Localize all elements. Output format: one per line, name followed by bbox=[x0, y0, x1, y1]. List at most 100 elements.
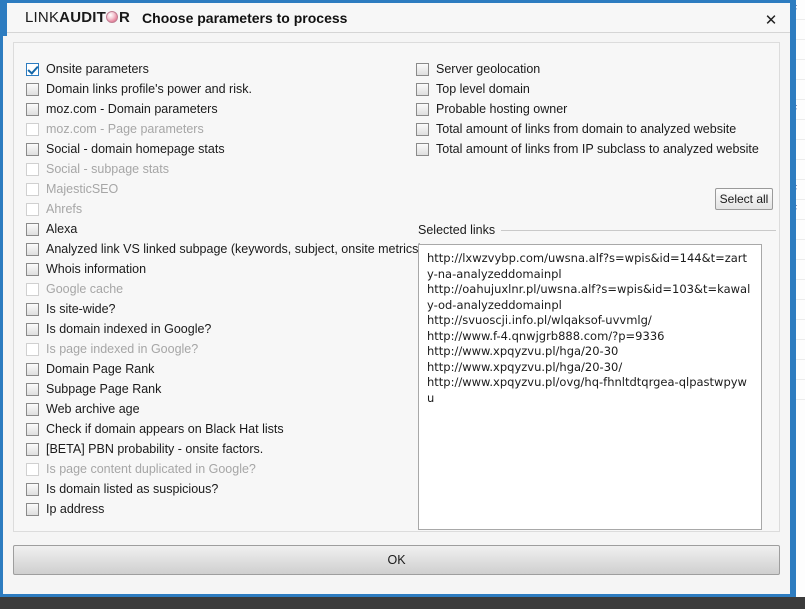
checkbox-row-is-domain-indexed-in-google[interactable]: Is domain indexed in Google? bbox=[26, 319, 416, 339]
checkbox-icon[interactable] bbox=[26, 382, 39, 396]
checkbox-label: Is page indexed in Google? bbox=[46, 342, 199, 356]
checkbox-icon[interactable] bbox=[26, 262, 39, 276]
checkbox-label: Analyzed link VS linked subpage (keyword… bbox=[46, 242, 423, 256]
checkbox-icon bbox=[26, 282, 39, 296]
checkbox-label: Onsite parameters bbox=[46, 62, 149, 76]
checkbox-icon[interactable] bbox=[26, 422, 39, 436]
checkbox-label: Domain Page Rank bbox=[46, 362, 155, 376]
close-icon[interactable]: ✕ bbox=[760, 9, 782, 31]
checkbox-icon[interactable] bbox=[26, 442, 39, 456]
checkbox-row-total-amount-of-links-from-domain-to-analyze[interactable]: Total amount of links from domain to ana… bbox=[416, 119, 746, 139]
checkbox-label: Is site-wide? bbox=[46, 302, 116, 316]
app-logo: LINK AUDIT R bbox=[25, 9, 130, 26]
checkbox-icon[interactable] bbox=[26, 82, 39, 96]
selected-link-line: http://www.xpqyzvu.pl/hga/20-30 bbox=[427, 344, 619, 358]
checkbox-label: Social - subpage stats bbox=[46, 162, 169, 176]
checkbox-icon bbox=[26, 162, 39, 176]
checkbox-icon[interactable] bbox=[26, 322, 39, 336]
checkbox-label: Server geolocation bbox=[436, 62, 541, 76]
checkbox-row-web-archive-age[interactable]: Web archive age bbox=[26, 399, 416, 419]
checkbox-label: Google cache bbox=[46, 282, 124, 296]
checkbox-label: moz.com - Domain parameters bbox=[46, 102, 218, 116]
checkbox-label: Domain links profile's power and risk. bbox=[46, 82, 252, 96]
checkbox-icon[interactable] bbox=[416, 102, 429, 116]
checkbox-label: Top level domain bbox=[436, 82, 530, 96]
checkbox-icon[interactable] bbox=[26, 502, 39, 516]
checkbox-label: Ahrefs bbox=[46, 202, 83, 216]
checkbox-row-top-level-domain[interactable]: Top level domain bbox=[416, 79, 746, 99]
checkbox-icon[interactable] bbox=[416, 82, 429, 96]
checkbox-icon bbox=[26, 182, 39, 196]
selected-links-group: Selected links http://lxwzvybp.com/uwsna… bbox=[418, 222, 776, 530]
selected-links-textarea[interactable]: http://lxwzvybp.com/uwsna.alf?s=wpis&id=… bbox=[418, 244, 762, 530]
titlebar-accent bbox=[3, 3, 7, 36]
checkbox-row-social-domain-homepage-stats[interactable]: Social - domain homepage stats bbox=[26, 139, 416, 159]
selected-link-line: http://www.xpqyzvu.pl/ovg/hq-fhnltdtqrge… bbox=[427, 375, 747, 405]
checkbox-row-google-cache: Google cache bbox=[26, 279, 416, 299]
selected-link-line: http://svuoscji.info.pl/wlqaksof-uvvmlg/ bbox=[427, 313, 652, 327]
checkbox-row-whois-information[interactable]: Whois information bbox=[26, 259, 416, 279]
checkbox-row-ip-address[interactable]: Ip address bbox=[26, 499, 416, 519]
dialog-titlebar: LINK AUDIT R Choose parameters to process… bbox=[3, 0, 790, 36]
checkbox-icon[interactable] bbox=[26, 482, 39, 496]
checkbox-row-subpage-page-rank[interactable]: Subpage Page Rank bbox=[26, 379, 416, 399]
checkbox-row-domain-page-rank[interactable]: Domain Page Rank bbox=[26, 359, 416, 379]
checkbox-icon bbox=[26, 122, 39, 136]
checkbox-label: Is domain listed as suspicious? bbox=[46, 482, 219, 496]
checkbox-row-onsite-parameters[interactable]: Onsite parameters bbox=[26, 59, 416, 79]
checkbox-label: Total amount of links from domain to ana… bbox=[436, 122, 737, 136]
checkbox-row-is-domain-listed-as-suspicious[interactable]: Is domain listed as suspicious? bbox=[26, 479, 416, 499]
checkbox-icon bbox=[26, 342, 39, 356]
checkbox-label: [BETA] PBN probability - onsite factors. bbox=[46, 442, 264, 456]
checkbox-row-domain-links-profile-s-power-and-risk[interactable]: Domain links profile's power and risk. bbox=[26, 79, 416, 99]
checkbox-label: MajesticSEO bbox=[46, 182, 119, 196]
selected-link-line: http://www.f-4.qnwjgrb888.com/?p=9336 bbox=[427, 328, 665, 343]
logo-text-r: R bbox=[118, 9, 131, 26]
select-all-button[interactable]: Select all bbox=[715, 188, 773, 210]
checkbox-row-social-subpage-stats: Social - subpage stats bbox=[26, 159, 416, 179]
logo-text-audit: AUDIT bbox=[59, 9, 106, 26]
checkbox-row-is-site-wide[interactable]: Is site-wide? bbox=[26, 299, 416, 319]
checkbox-row-analyzed-link-vs-linked-subpage-keywords-sub[interactable]: Analyzed link VS linked subpage (keyword… bbox=[26, 239, 423, 259]
selected-links-header: Selected links bbox=[418, 222, 776, 238]
checkbox-label: Is domain indexed in Google? bbox=[46, 322, 212, 336]
checkbox-icon[interactable] bbox=[416, 122, 429, 136]
checkbox-row-is-page-indexed-in-google: Is page indexed in Google? bbox=[26, 339, 416, 359]
taskbar bbox=[0, 597, 805, 609]
checkbox-label: Probable hosting owner bbox=[436, 102, 568, 116]
checkbox-row-moz-com-page-parameters: moz.com - Page parameters bbox=[26, 119, 416, 139]
logo-globe-icon bbox=[106, 11, 119, 23]
dialog-title: Choose parameters to process bbox=[142, 9, 348, 26]
checkbox-row-beta-pbn-probability-onsite-factors[interactable]: [BETA] PBN probability - onsite factors. bbox=[26, 439, 416, 459]
checkbox-label: Whois information bbox=[46, 262, 147, 276]
checkbox-icon[interactable] bbox=[26, 402, 39, 416]
checkbox-label: moz.com - Page parameters bbox=[46, 122, 204, 136]
checkbox-row-total-amount-of-links-from-ip-subclass-to-an[interactable]: Total amount of links from IP subclass t… bbox=[416, 139, 759, 159]
checkbox-row-probable-hosting-owner[interactable]: Probable hosting owner bbox=[416, 99, 746, 119]
checkbox-icon[interactable] bbox=[416, 142, 429, 156]
checkbox-icon[interactable] bbox=[26, 242, 39, 256]
checkbox-row-check-if-domain-appears-on-black-hat-lists[interactable]: Check if domain appears on Black Hat lis… bbox=[26, 419, 416, 439]
checkbox-row-moz-com-domain-parameters[interactable]: moz.com - Domain parameters bbox=[26, 99, 416, 119]
checkbox-label: Total amount of links from IP subclass t… bbox=[436, 142, 759, 156]
checkbox-icon[interactable] bbox=[26, 222, 39, 236]
checkbox-label: Social - domain homepage stats bbox=[46, 142, 225, 156]
checkbox-row-alexa[interactable]: Alexa bbox=[26, 219, 416, 239]
checkbox-icon[interactable] bbox=[26, 362, 39, 376]
ok-button[interactable]: OK bbox=[13, 545, 780, 575]
checkbox-label: Web archive age bbox=[46, 402, 140, 416]
logo-text-link: LINK bbox=[25, 9, 60, 26]
checkbox-row-majesticseo: MajesticSEO bbox=[26, 179, 416, 199]
checkbox-row-ahrefs: Ahrefs bbox=[26, 199, 416, 219]
checkbox-icon bbox=[26, 202, 39, 216]
left-parameter-column: Onsite parameters Domain links profile's … bbox=[26, 59, 423, 519]
checkbox-row-server-geolocation[interactable]: Server geolocation bbox=[416, 59, 746, 79]
checkbox-icon[interactable] bbox=[26, 102, 39, 116]
checkbox-label: Ip address bbox=[46, 502, 105, 516]
selected-link-line: http://oahujuxlnr.pl/uwsna.alf?s=wpis&id… bbox=[427, 282, 751, 312]
checkbox-checked-icon[interactable] bbox=[26, 62, 39, 76]
checkbox-icon[interactable] bbox=[26, 142, 39, 156]
checkbox-icon[interactable] bbox=[26, 302, 39, 316]
checkbox-icon[interactable] bbox=[416, 62, 429, 76]
group-divider bbox=[501, 229, 776, 231]
